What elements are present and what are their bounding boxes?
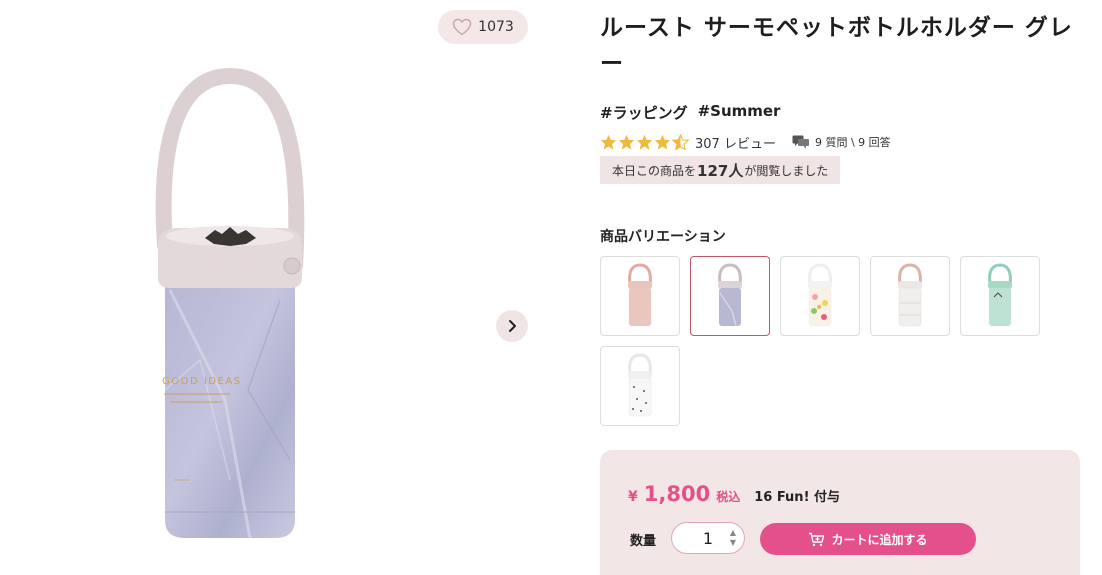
quantity-arrows: ▲ ▼	[730, 529, 736, 547]
cart-plus-icon	[809, 532, 825, 546]
qa-link[interactable]: 9 質問 \ 9 回答	[792, 134, 891, 150]
review-label: レビュー	[723, 136, 776, 152]
chevron-right-icon	[509, 320, 516, 332]
tax-label: 税込	[716, 490, 741, 504]
qa-text: 9 質問 \ 9 回答	[814, 136, 891, 149]
quantity-up-icon[interactable]: ▲	[730, 529, 736, 537]
add-to-cart-label: カートに追加する	[831, 532, 928, 547]
product-gallery: 1073 GOOD IDEAS	[0, 0, 560, 575]
tag-summer[interactable]: #Summer	[698, 102, 781, 123]
variation-heading: 商品バリエーション	[600, 229, 726, 245]
review-link[interactable]: 307 レビュー	[695, 133, 776, 152]
viewed-suffix: が閲覧しました	[744, 163, 829, 178]
variation-thumbnail	[628, 263, 652, 326]
quantity-input[interactable]	[693, 528, 723, 548]
variation-pink[interactable]	[600, 256, 680, 336]
price: 1,800	[643, 482, 711, 506]
add-to-cart-button[interactable]: カートに追加する	[760, 523, 976, 555]
variation-gray[interactable]	[690, 256, 770, 336]
review-count: 307	[695, 136, 720, 152]
tag-list: #ラッピング #Summer	[600, 102, 780, 123]
viewed-prefix: 本日この商品を	[612, 163, 697, 178]
rating-row: 307 レビュー 9 質問 \ 9 回答	[600, 132, 891, 152]
heart-icon	[452, 18, 472, 36]
viewed-count: 127人	[697, 161, 744, 180]
variation-thumbnail	[898, 263, 922, 327]
tag-wrapping[interactable]: #ラッピング	[600, 102, 688, 123]
star-icon	[618, 134, 635, 150]
variation-white-dots[interactable]	[600, 346, 680, 426]
price-row: ¥ 1,800 税込 16 Fun! 付与	[628, 482, 840, 506]
variation-floral[interactable]	[780, 256, 860, 336]
quantity-stepper[interactable]: ▲ ▼	[671, 522, 745, 554]
next-image-button[interactable]	[496, 310, 528, 342]
favorite-button[interactable]: 1073	[438, 10, 528, 44]
viewed-today-badge: 本日この商品を 127人 が閲覧しました	[600, 156, 841, 184]
variation-thumbnail	[718, 263, 742, 327]
favorite-count: 1073	[478, 19, 514, 35]
variation-white-stripe[interactable]	[870, 256, 950, 336]
currency-symbol: ¥	[628, 489, 638, 505]
bottle-print-text: GOOD IDEAS	[162, 376, 242, 387]
chat-bubbles-icon	[792, 135, 809, 149]
quantity-label: 数量	[630, 534, 657, 549]
star-icon	[654, 134, 671, 150]
variation-thumbnail	[808, 263, 832, 327]
variation-thumbnail	[628, 353, 652, 417]
product-main-image: GOOD IDEAS	[155, 67, 305, 539]
quantity-down-icon[interactable]: ▼	[730, 539, 736, 547]
purchase-panel: ¥ 1,800 税込 16 Fun! 付与 数量 ▲ ▼ カートに追加する	[600, 450, 1080, 575]
fun-points: 16 Fun! 付与	[754, 490, 841, 505]
star-icon	[636, 134, 653, 150]
variation-mint[interactable]	[960, 256, 1040, 336]
star-icon	[600, 134, 617, 150]
star-rating	[600, 134, 689, 150]
product-title: ルースト サーモペットボトルホルダー グレー	[600, 15, 1073, 77]
half-star-icon	[672, 134, 689, 150]
variation-thumbnail	[988, 263, 1012, 326]
